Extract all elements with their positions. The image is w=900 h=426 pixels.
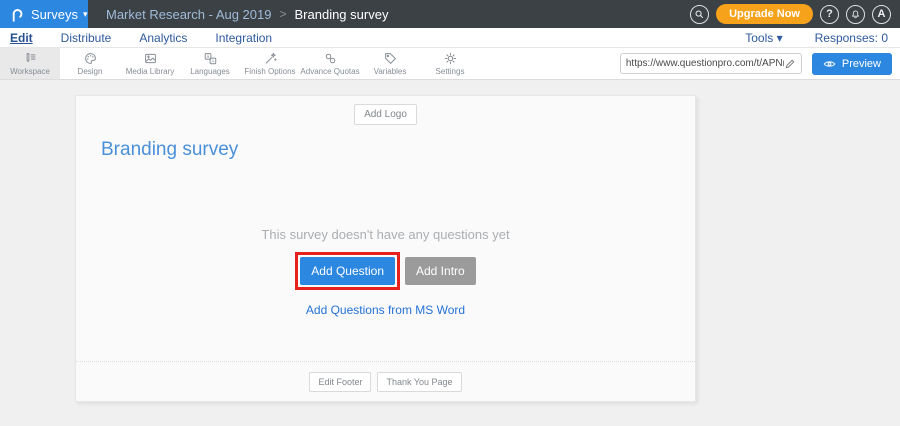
advance-quotas-chain-icon xyxy=(323,51,338,66)
survey-nav-tabs: Edit Distribute Analytics Integration xyxy=(0,31,272,45)
survey-title[interactable]: Branding survey xyxy=(101,139,695,161)
survey-url-box xyxy=(620,53,802,74)
tools-menu[interactable]: Tools ▾ xyxy=(745,31,782,45)
responses-count[interactable]: Responses: 0 xyxy=(815,31,888,45)
top-bar: Surveys ▾ Market Research - Aug 2019 > B… xyxy=(0,0,900,28)
variables-tag-icon xyxy=(383,51,398,66)
preview-label: Preview xyxy=(842,58,881,70)
svg-text:A: A xyxy=(211,58,214,63)
survey-card: Add Logo Branding survey This survey doe… xyxy=(75,95,696,402)
toolbar-item-label: Settings xyxy=(436,67,465,76)
tab-distribute[interactable]: Distribute xyxy=(61,31,112,45)
svg-text:a: a xyxy=(206,54,209,59)
media-library-icon xyxy=(143,51,158,66)
add-logo-button[interactable]: Add Logo xyxy=(354,104,417,125)
upgrade-now-button[interactable]: Upgrade Now xyxy=(716,4,813,24)
add-questions-from-ms-word-link[interactable]: Add Questions from MS Word xyxy=(306,303,465,317)
toolbar-item-languages[interactable]: a A Languages xyxy=(180,48,240,79)
pencil-icon xyxy=(784,58,796,70)
survey-nav: Edit Distribute Analytics Integration To… xyxy=(0,28,900,48)
search-icon xyxy=(694,9,705,20)
breadcrumb-folder[interactable]: Market Research - Aug 2019 xyxy=(106,7,271,22)
breadcrumb-survey-name: Branding survey xyxy=(295,7,389,22)
thank-you-page-button[interactable]: Thank You Page xyxy=(377,372,461,392)
workspace-icon xyxy=(23,51,38,66)
help-button[interactable]: ? xyxy=(820,5,839,24)
annotation-highlight-box: Add Question xyxy=(295,252,400,290)
preview-button[interactable]: Preview xyxy=(812,53,892,75)
topbar-actions: Upgrade Now ? A xyxy=(690,4,900,24)
product-name: Surveys xyxy=(31,7,78,22)
avatar[interactable]: A xyxy=(872,5,891,24)
bell-icon xyxy=(850,9,861,20)
eye-icon xyxy=(823,59,836,69)
survey-card-footer: Edit Footer Thank You Page xyxy=(76,361,695,401)
languages-icon: a A xyxy=(203,51,218,66)
toolbar-item-label: Variables xyxy=(374,67,407,76)
toolbar-item-advance-quotas[interactable]: Advance Quotas xyxy=(300,48,360,79)
settings-gear-icon xyxy=(443,51,458,66)
toolbar-items: Workspace Design Media Library xyxy=(0,48,480,79)
survey-nav-right: Tools ▾ Responses: 0 xyxy=(745,31,900,45)
toolbar-item-finish-options[interactable]: Finish Options xyxy=(240,48,300,79)
toolbar-right: Preview xyxy=(620,48,900,79)
survey-url-input[interactable] xyxy=(626,58,784,69)
toolbar-item-workspace[interactable]: Workspace xyxy=(0,48,60,79)
editor-toolbar: Workspace Design Media Library xyxy=(0,48,900,80)
design-palette-icon xyxy=(83,51,98,66)
toolbar-item-label: Finish Options xyxy=(244,67,295,76)
search-button[interactable] xyxy=(690,5,709,24)
toolbar-item-design[interactable]: Design xyxy=(60,48,120,79)
edit-url-button[interactable] xyxy=(784,58,796,70)
toolbar-item-label: Languages xyxy=(190,67,230,76)
tab-integration[interactable]: Integration xyxy=(215,31,272,45)
empty-survey-message: This survey doesn't have any questions y… xyxy=(76,227,695,242)
tab-edit[interactable]: Edit xyxy=(10,31,33,45)
edit-footer-button[interactable]: Edit Footer xyxy=(309,372,371,392)
add-question-button[interactable]: Add Question xyxy=(300,257,395,285)
tab-analytics[interactable]: Analytics xyxy=(139,31,187,45)
finish-options-wand-icon xyxy=(263,51,278,66)
surveys-product-menu[interactable]: Surveys ▾ xyxy=(0,0,88,28)
toolbar-item-label: Advance Quotas xyxy=(300,67,359,76)
toolbar-item-variables[interactable]: Variables xyxy=(360,48,420,79)
toolbar-item-label: Workspace xyxy=(10,67,50,76)
toolbar-item-media-library[interactable]: Media Library xyxy=(120,48,180,79)
empty-survey-block: This survey doesn't have any questions y… xyxy=(76,227,695,319)
notifications-button[interactable] xyxy=(846,5,865,24)
breadcrumb: Market Research - Aug 2019 > Branding su… xyxy=(106,7,388,22)
toolbar-item-label: Design xyxy=(78,67,103,76)
add-intro-button[interactable]: Add Intro xyxy=(405,257,476,285)
chevron-down-icon: ▾ xyxy=(83,9,88,20)
questionpro-logo-icon xyxy=(9,7,24,22)
toolbar-item-label: Media Library xyxy=(126,67,174,76)
breadcrumb-separator: > xyxy=(279,7,286,21)
toolbar-item-settings[interactable]: Settings xyxy=(420,48,480,79)
